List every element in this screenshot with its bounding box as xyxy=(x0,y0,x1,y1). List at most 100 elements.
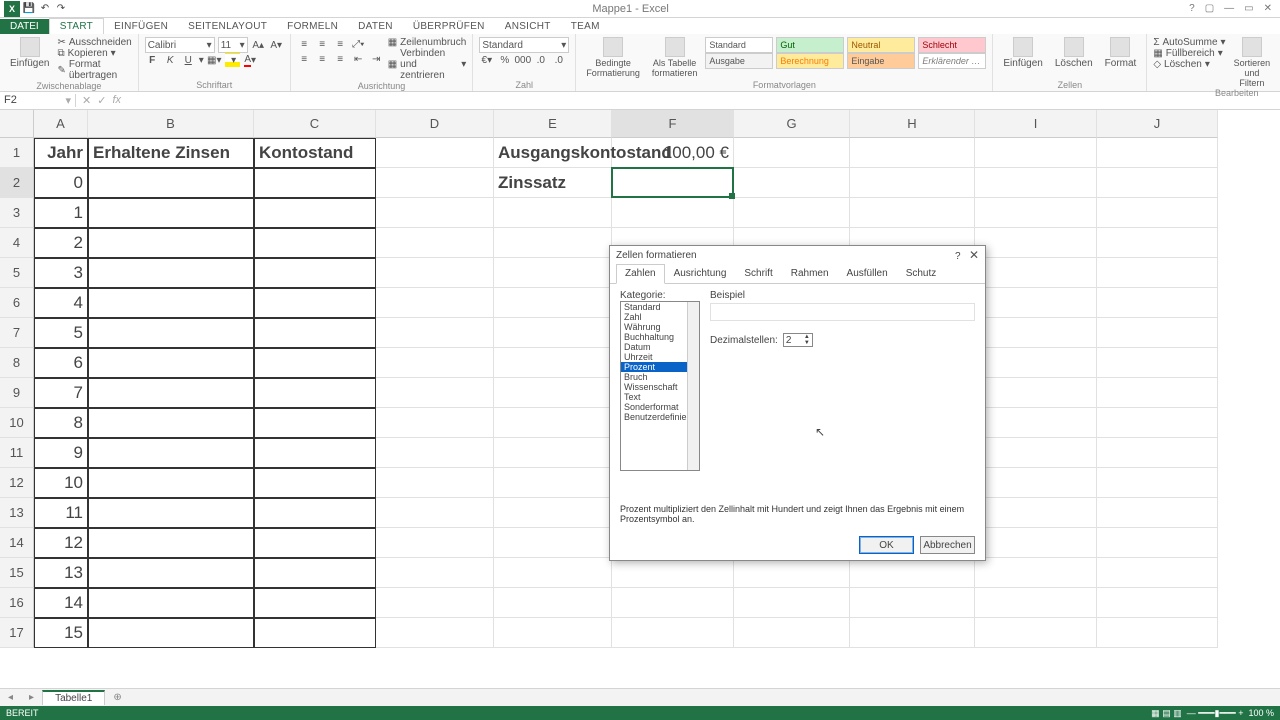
cell-C10[interactable] xyxy=(254,408,376,438)
cell-H1[interactable] xyxy=(850,138,975,168)
cell-J9[interactable] xyxy=(1097,378,1218,408)
row-header-4[interactable]: 4 xyxy=(0,228,34,258)
cell-E9[interactable] xyxy=(494,378,612,408)
cell-J12[interactable] xyxy=(1097,468,1218,498)
cell-E6[interactable] xyxy=(494,288,612,318)
tab-seitenlayout[interactable]: SEITENLAYOUT xyxy=(178,19,277,34)
decrease-font-icon[interactable]: A▾ xyxy=(269,38,284,53)
cell-I13[interactable] xyxy=(975,498,1097,528)
cell-J16[interactable] xyxy=(1097,588,1218,618)
cell-E3[interactable] xyxy=(494,198,612,228)
cell-D10[interactable] xyxy=(376,408,494,438)
format-painter-button[interactable]: ✎ Format übertragen xyxy=(57,59,131,81)
cell-A7[interactable]: 5 xyxy=(34,318,88,348)
style-neutral[interactable]: Neutral xyxy=(847,37,915,53)
paste-button[interactable]: Einfügen xyxy=(6,37,53,69)
cell-J17[interactable] xyxy=(1097,618,1218,648)
cell-C6[interactable] xyxy=(254,288,376,318)
row-header-6[interactable]: 6 xyxy=(0,288,34,318)
cell-D12[interactable] xyxy=(376,468,494,498)
cell-J15[interactable] xyxy=(1097,558,1218,588)
cell-E13[interactable] xyxy=(494,498,612,528)
row-header-13[interactable]: 13 xyxy=(0,498,34,528)
dialog-tab-schutz[interactable]: Schutz xyxy=(897,264,946,283)
cell-G3[interactable] xyxy=(734,198,850,228)
font-color-button[interactable]: A▾ xyxy=(243,53,258,68)
cell-H16[interactable] xyxy=(850,588,975,618)
cell-B10[interactable] xyxy=(88,408,254,438)
cell-D5[interactable] xyxy=(376,258,494,288)
bold-button[interactable]: F xyxy=(145,53,160,68)
cell-D17[interactable] xyxy=(376,618,494,648)
cell-G2[interactable] xyxy=(734,168,850,198)
style-berechnung[interactable]: Berechnung xyxy=(776,53,844,69)
cell-C11[interactable] xyxy=(254,438,376,468)
cell-J7[interactable] xyxy=(1097,318,1218,348)
cell-E4[interactable] xyxy=(494,228,612,258)
cell-D4[interactable] xyxy=(376,228,494,258)
dialog-close-icon[interactable]: ✕ xyxy=(969,248,979,262)
cell-H17[interactable] xyxy=(850,618,975,648)
ok-button[interactable]: OK xyxy=(859,536,914,554)
font-name-combo[interactable]: Calibri▾ xyxy=(145,37,215,53)
underline-button[interactable]: U xyxy=(181,53,196,68)
cell-J2[interactable] xyxy=(1097,168,1218,198)
fill-color-button[interactable]: ▾ xyxy=(225,53,240,68)
cell-H2[interactable] xyxy=(850,168,975,198)
cell-D8[interactable] xyxy=(376,348,494,378)
row-header-5[interactable]: 5 xyxy=(0,258,34,288)
cell-E2[interactable]: Zinssatz xyxy=(494,168,612,198)
col-header-J[interactable]: J xyxy=(1097,110,1218,138)
cell-C15[interactable] xyxy=(254,558,376,588)
cell-F16[interactable] xyxy=(612,588,734,618)
format-as-table-button[interactable]: Als Tabelle formatieren xyxy=(648,37,702,78)
row-header-3[interactable]: 3 xyxy=(0,198,34,228)
cell-J8[interactable] xyxy=(1097,348,1218,378)
cell-A10[interactable]: 8 xyxy=(34,408,88,438)
cell-B2[interactable] xyxy=(88,168,254,198)
cell-J5[interactable] xyxy=(1097,258,1218,288)
row-header-15[interactable]: 15 xyxy=(0,558,34,588)
cell-E16[interactable] xyxy=(494,588,612,618)
align-center-icon[interactable]: ≡ xyxy=(315,52,330,67)
cell-B5[interactable] xyxy=(88,258,254,288)
style-erklaerender[interactable]: Erklärender … xyxy=(918,53,986,69)
align-middle-icon[interactable]: ≡ xyxy=(315,37,330,52)
format-cells-button[interactable]: Format xyxy=(1101,37,1141,69)
cell-A16[interactable]: 14 xyxy=(34,588,88,618)
dialog-tab-schrift[interactable]: Schrift xyxy=(735,264,781,283)
cell-G16[interactable] xyxy=(734,588,850,618)
cell-B7[interactable] xyxy=(88,318,254,348)
cell-H3[interactable] xyxy=(850,198,975,228)
view-break-icon[interactable]: ▥ xyxy=(1173,708,1182,718)
col-header-D[interactable]: D xyxy=(376,110,494,138)
sheet-nav-next-icon[interactable]: ▸ xyxy=(21,692,42,703)
cell-A9[interactable]: 7 xyxy=(34,378,88,408)
cell-A17[interactable]: 15 xyxy=(34,618,88,648)
dialog-tab-zahlen[interactable]: Zahlen xyxy=(616,264,665,284)
cell-J6[interactable] xyxy=(1097,288,1218,318)
row-header-14[interactable]: 14 xyxy=(0,528,34,558)
tab-team[interactable]: TEAM xyxy=(561,19,610,34)
cell-A6[interactable]: 4 xyxy=(34,288,88,318)
tab-start[interactable]: START xyxy=(49,18,104,34)
cell-I5[interactable] xyxy=(975,258,1097,288)
dialog-tab-rahmen[interactable]: Rahmen xyxy=(782,264,838,283)
tab-formeln[interactable]: FORMELN xyxy=(277,19,348,34)
maximize-icon[interactable]: ▭ xyxy=(1244,3,1253,14)
fx-icon[interactable]: fx xyxy=(112,94,121,107)
cell-B9[interactable] xyxy=(88,378,254,408)
cell-E12[interactable] xyxy=(494,468,612,498)
cell-A12[interactable]: 10 xyxy=(34,468,88,498)
style-ausgabe[interactable]: Ausgabe xyxy=(705,53,773,69)
sheet-nav-prev-icon[interactable]: ◂ xyxy=(0,692,21,703)
cell-B17[interactable] xyxy=(88,618,254,648)
row-header-7[interactable]: 7 xyxy=(0,318,34,348)
ribbon-options-icon[interactable]: ▢ xyxy=(1205,3,1214,14)
tab-ueberpruefen[interactable]: ÜBERPRÜFEN xyxy=(403,19,495,34)
cell-B15[interactable] xyxy=(88,558,254,588)
cell-B8[interactable] xyxy=(88,348,254,378)
cell-C12[interactable] xyxy=(254,468,376,498)
cell-F17[interactable] xyxy=(612,618,734,648)
cell-A3[interactable]: 1 xyxy=(34,198,88,228)
